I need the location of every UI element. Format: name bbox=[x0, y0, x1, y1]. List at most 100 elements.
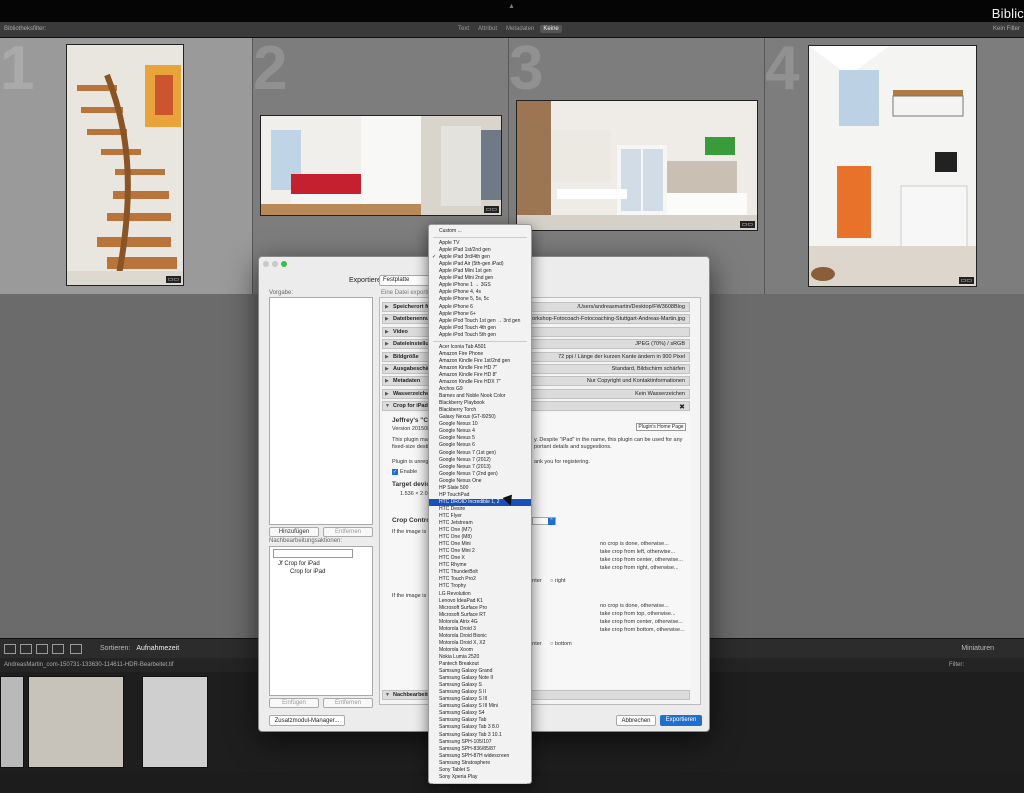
dropdown-item[interactable]: Google Nexus 7 (2012) bbox=[429, 457, 531, 464]
grid-cell[interactable]: 4 ▭▭ bbox=[765, 38, 1024, 294]
dropdown-item[interactable]: Custom ... bbox=[429, 228, 531, 235]
collapse-triangle-icon[interactable]: ▲ bbox=[508, 3, 515, 10]
dropdown-item[interactable]: Google Nexus 6 bbox=[429, 442, 531, 449]
remove-preset-button[interactable]: Entfernen bbox=[323, 527, 373, 537]
dropdown-item[interactable]: Sony Tablet S bbox=[429, 767, 531, 774]
dropdown-item[interactable]: Motorola Xoom bbox=[429, 647, 531, 654]
dropdown-item[interactable]: Apple iPhone 6+ bbox=[429, 311, 531, 318]
dropdown-item[interactable]: Samsung Galaxy S II bbox=[429, 689, 531, 696]
dropdown-item[interactable]: Amazon Kindle Fire HDX 7" bbox=[429, 379, 531, 386]
people-view-icon[interactable] bbox=[70, 644, 82, 654]
dropdown-item[interactable]: Samsung Galaxy S bbox=[429, 682, 531, 689]
dropdown-item[interactable]: HTC One X bbox=[429, 555, 531, 562]
loupe-view-icon[interactable] bbox=[20, 644, 32, 654]
dropdown-item[interactable]: Apple iPhone 6 bbox=[429, 304, 531, 311]
dropdown-item[interactable]: Apple iPod Touch 1st gen → 3rd gen bbox=[429, 318, 531, 325]
dropdown-item[interactable]: Google Nexus 7 (2nd gen) bbox=[429, 471, 531, 478]
dropdown-item[interactable]: Amazon Kindle Fire 1st/2nd gen bbox=[429, 358, 531, 365]
dropdown-item[interactable]: Samsung Stratosphere bbox=[429, 760, 531, 767]
dropdown-item[interactable]: Motorola Droid 3 bbox=[429, 626, 531, 633]
remove-action-button[interactable]: Entfernen bbox=[323, 698, 373, 708]
dropdown-item[interactable]: Samsung SPH-87H widescreen bbox=[429, 753, 531, 760]
dropdown-item[interactable]: Pantech Breakout bbox=[429, 661, 531, 668]
filter-tab[interactable]: Attribut bbox=[475, 25, 500, 33]
preset-list[interactable] bbox=[269, 297, 373, 525]
dropdown-item[interactable]: Apple TV bbox=[429, 240, 531, 247]
dropdown-item[interactable]: Motorola Droid X, X2 bbox=[429, 640, 531, 647]
dropdown-item[interactable]: Samsung SPH-105/107 bbox=[429, 739, 531, 746]
dropdown-item[interactable]: HTC One Mini bbox=[429, 541, 531, 548]
dropdown-item[interactable]: Google Nexus 10 bbox=[429, 421, 531, 428]
dropdown-item[interactable]: HP Slate 500 bbox=[429, 485, 531, 492]
radio-right[interactable]: ○ right bbox=[550, 578, 566, 584]
dropdown-item[interactable]: Motorola Atrix 4G bbox=[429, 619, 531, 626]
radio-bottom[interactable]: ○ bottom bbox=[550, 641, 572, 647]
dropdown-item[interactable]: Samsung Galaxy Grand bbox=[429, 668, 531, 675]
dropdown-item[interactable]: LG Revolution bbox=[429, 591, 531, 598]
survey-view-icon[interactable] bbox=[52, 644, 64, 654]
dropdown-item[interactable]: HTC One Mini 2 bbox=[429, 548, 531, 555]
filmstrip-thumbnail[interactable] bbox=[142, 676, 208, 768]
dropdown-item[interactable]: Microsoft Surface Pro bbox=[429, 605, 531, 612]
dropdown-item[interactable]: Nokia Lumia 2520 bbox=[429, 654, 531, 661]
dropdown-item[interactable]: Apple iPhone 1 → 3GS bbox=[429, 282, 531, 289]
dropdown-item[interactable]: Apple iPod Touch 5th gen bbox=[429, 332, 531, 339]
add-preset-button[interactable]: Hinzufügen bbox=[269, 527, 319, 537]
dropdown-item[interactable]: Amazon Kindle Fire HD 8" bbox=[429, 372, 531, 379]
close-window-icon[interactable] bbox=[263, 261, 269, 267]
dropdown-item[interactable]: Google Nexus 4 bbox=[429, 428, 531, 435]
dropdown-item[interactable]: HTC One (M7) bbox=[429, 527, 531, 534]
post-item-group[interactable]: Jf Crop for iPad bbox=[278, 561, 320, 567]
dropdown-item[interactable]: Archos G9 bbox=[429, 386, 531, 393]
dropdown-item[interactable]: HTC DROID Incredible 1, 2 bbox=[429, 498, 531, 506]
dropdown-item[interactable]: Apple iPod Touch 4th gen bbox=[429, 325, 531, 332]
sort-control[interactable]: Sortieren: Aufnahmezeit bbox=[100, 645, 179, 652]
dropdown-item[interactable]: Blackberry Torch bbox=[429, 407, 531, 414]
dropdown-item[interactable]: Samsung Galaxy Tab 3 10.1 bbox=[429, 732, 531, 739]
dropdown-item[interactable]: Google Nexus One bbox=[429, 478, 531, 485]
dropdown-item[interactable]: HTC ThunderBolt bbox=[429, 569, 531, 576]
zoom-window-icon[interactable] bbox=[281, 261, 287, 267]
filmstrip-path[interactable]: AndreasMartin_com-150731-133630-114611-H… bbox=[4, 662, 174, 668]
dropdown-item[interactable]: Apple iPad 1st/2nd gen bbox=[429, 247, 531, 254]
dropdown-item[interactable]: HTC Rhyme bbox=[429, 562, 531, 569]
photo-thumbnail-bedroom[interactable]: ▭▭ bbox=[260, 115, 502, 216]
dropdown-item[interactable]: Apple iPad Mini 2nd gen bbox=[429, 275, 531, 282]
grid-view-icon[interactable] bbox=[4, 644, 16, 654]
dropdown-item[interactable]: Lenovo IdeaPad K1 bbox=[429, 598, 531, 605]
post-item[interactable]: Crop for iPad bbox=[290, 569, 325, 575]
dropdown-item[interactable]: Apple iPad Air (5th-gen iPad) bbox=[429, 261, 531, 268]
post-search-input[interactable] bbox=[273, 549, 353, 558]
plugin-home-page-button[interactable]: Plugin's Home Page bbox=[636, 423, 686, 431]
filter-tab[interactable]: Text bbox=[455, 25, 472, 33]
dropdown-item[interactable]: Amazon Fire Phone bbox=[429, 351, 531, 358]
dropdown-item[interactable]: Apple iPad Mini 1st gen bbox=[429, 268, 531, 275]
filter-tab[interactable]: Metadaten bbox=[503, 25, 537, 33]
dropdown-item[interactable]: HTC One (M8) bbox=[429, 534, 531, 541]
dropdown-item[interactable]: HTC Jetstream bbox=[429, 520, 531, 527]
dropdown-item[interactable]: Samsung Galaxy S III bbox=[429, 696, 531, 703]
dropdown-item[interactable]: Samsung Galaxy Tab 3 8.0 bbox=[429, 724, 531, 731]
dropdown-item[interactable]: HTC Trophy bbox=[429, 583, 531, 590]
dropdown-item[interactable]: Blackberry Playbook bbox=[429, 400, 531, 407]
dropdown-item[interactable]: Sony Xperia Play bbox=[429, 774, 531, 781]
dropdown-item[interactable]: Motorola Droid Bionic bbox=[429, 633, 531, 640]
dropdown-item[interactable]: HTC Desire bbox=[429, 506, 531, 513]
dropdown-item[interactable]: Apple iPhone 4, 4s bbox=[429, 289, 531, 296]
dropdown-item[interactable]: Amazon Kindle Fire HD 7" bbox=[429, 365, 531, 372]
dropdown-item[interactable]: Samsung Galaxy S III Mini bbox=[429, 703, 531, 710]
minimize-window-icon[interactable] bbox=[272, 261, 278, 267]
grid-cell[interactable]: 1 ▭▭ bbox=[0, 38, 253, 294]
dropdown-item[interactable]: HTC Flyer bbox=[429, 513, 531, 520]
filter-preset[interactable]: Kein Filter bbox=[993, 26, 1020, 32]
crop-control-select[interactable]: ⌃ bbox=[532, 517, 556, 525]
post-processing-list[interactable]: Jf Crop for iPad Crop for iPad bbox=[269, 546, 373, 696]
compare-view-icon[interactable] bbox=[36, 644, 48, 654]
dropdown-item[interactable]: HP TouchPad bbox=[429, 492, 531, 499]
dropdown-item[interactable]: Samsung SPH-836/85/87 bbox=[429, 746, 531, 753]
dropdown-item[interactable]: Microsoft Surface RT bbox=[429, 612, 531, 619]
dropdown-item[interactable]: HTC Touch Pro2 bbox=[429, 576, 531, 583]
photo-thumbnail-bathroom[interactable]: ▭▭ bbox=[516, 100, 758, 231]
dropdown-item[interactable]: Google Nexus 5 bbox=[429, 435, 531, 442]
dropdown-item[interactable]: Galaxy Nexus (GT-I9250) bbox=[429, 414, 531, 421]
